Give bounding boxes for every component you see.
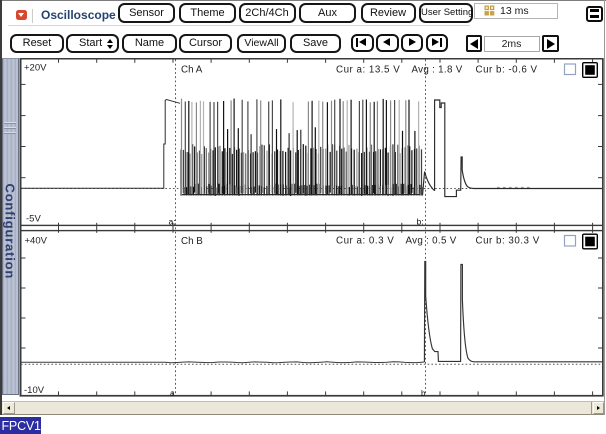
svg-text:Avg : 1.8 V: Avg : 1.8 V <box>412 65 463 76</box>
svg-text:b: b <box>421 389 426 398</box>
svg-text:a:: a: <box>169 217 176 227</box>
svg-text:Cur b: 30.3 V: Cur b: 30.3 V <box>476 236 540 247</box>
svg-text:Ch B: Ch B <box>181 236 203 247</box>
svg-text:-10V: -10V <box>24 385 45 396</box>
svg-text:Cur a: 13.5 V: Cur a: 13.5 V <box>336 65 400 76</box>
svg-text:Ch A: Ch A <box>181 65 203 76</box>
svg-text:+20V: +20V <box>24 63 47 74</box>
svg-text:b:: b: <box>417 217 424 227</box>
svg-text:+40V: +40V <box>25 236 48 247</box>
svg-text:Cur b: -0.6 V: Cur b: -0.6 V <box>476 65 538 76</box>
svg-text:Cur a: 0.3 V: Cur a: 0.3 V <box>336 236 394 247</box>
svg-text:a: a <box>170 389 175 398</box>
svg-text:Avg : 0.5 V: Avg : 0.5 V <box>406 236 457 247</box>
svg-text:-5V: -5V <box>26 214 41 225</box>
